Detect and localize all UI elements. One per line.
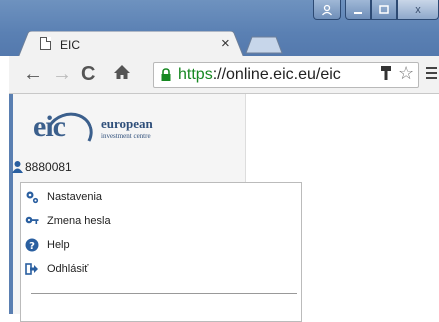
menu-divider (31, 293, 297, 294)
tab-close-icon[interactable]: × (221, 35, 230, 52)
page-icon (40, 37, 51, 50)
close-icon: x (415, 3, 421, 16)
menu-item-label: Odhlásiť (47, 263, 89, 275)
svg-text:?: ? (29, 241, 35, 252)
close-window-button[interactable]: x (397, 0, 439, 20)
minimize-icon (354, 11, 362, 14)
key-icon (25, 214, 39, 228)
menu-item-label: Zmena hesla (47, 215, 111, 227)
help-icon: ? (25, 238, 39, 252)
url-rest: ://online.eic.eu/eic (212, 66, 341, 83)
menu-item-label: Nastavenia (47, 191, 103, 203)
maximize-button[interactable] (371, 0, 397, 20)
menu-item-settings[interactable]: Nastavenia (25, 187, 102, 207)
user-icon (12, 161, 23, 173)
url-text: https://online.eic.eu/eic (178, 66, 376, 84)
url-scheme: https (178, 66, 213, 83)
key-icon[interactable] (380, 65, 392, 81)
minimize-button[interactable] (345, 0, 371, 20)
tab-active[interactable]: EIC × (18, 31, 245, 58)
tab-title: EIC (60, 38, 81, 52)
forward-icon[interactable]: → (52, 62, 72, 86)
logo-subtitle: investment centre (101, 132, 151, 140)
browser-toolbar: ← → C https://online.eic.eu/eic ☆ (9, 56, 439, 94)
profile-button[interactable] (313, 0, 341, 20)
menu-item-help[interactable]: ? Help (25, 235, 70, 255)
menu-item-change-password[interactable]: Zmena hesla (25, 211, 111, 231)
logo[interactable]: eic european investment centre (33, 106, 153, 162)
menu-item-label: Help (47, 239, 70, 251)
user-menu-toggle[interactable]: 8880081 (12, 160, 72, 174)
user-dropdown-menu: Nastavenia Zmena hesla ? Help Odhlásiť (20, 182, 302, 322)
user-id: 8880081 (25, 160, 72, 174)
home-shape (114, 65, 130, 79)
new-tab-button[interactable] (244, 36, 284, 54)
logout-icon (25, 262, 39, 276)
logo-brand: european (101, 116, 153, 131)
tab-shape (18, 31, 245, 58)
back-icon[interactable]: ← (23, 62, 43, 86)
maximize-icon (379, 4, 389, 14)
address-bar[interactable]: https://online.eic.eu/eic ☆ (153, 62, 419, 88)
bookmark-star-icon[interactable]: ☆ (398, 63, 414, 84)
window-controls: x (313, 0, 439, 21)
gears-icon (25, 190, 39, 204)
user-icon (322, 4, 332, 15)
reload-icon[interactable]: C (81, 62, 95, 86)
home-icon[interactable] (112, 62, 132, 88)
menu-item-logout[interactable]: Odhlásiť (25, 259, 88, 279)
lock-icon (161, 68, 171, 81)
menu-icon[interactable] (424, 64, 439, 84)
